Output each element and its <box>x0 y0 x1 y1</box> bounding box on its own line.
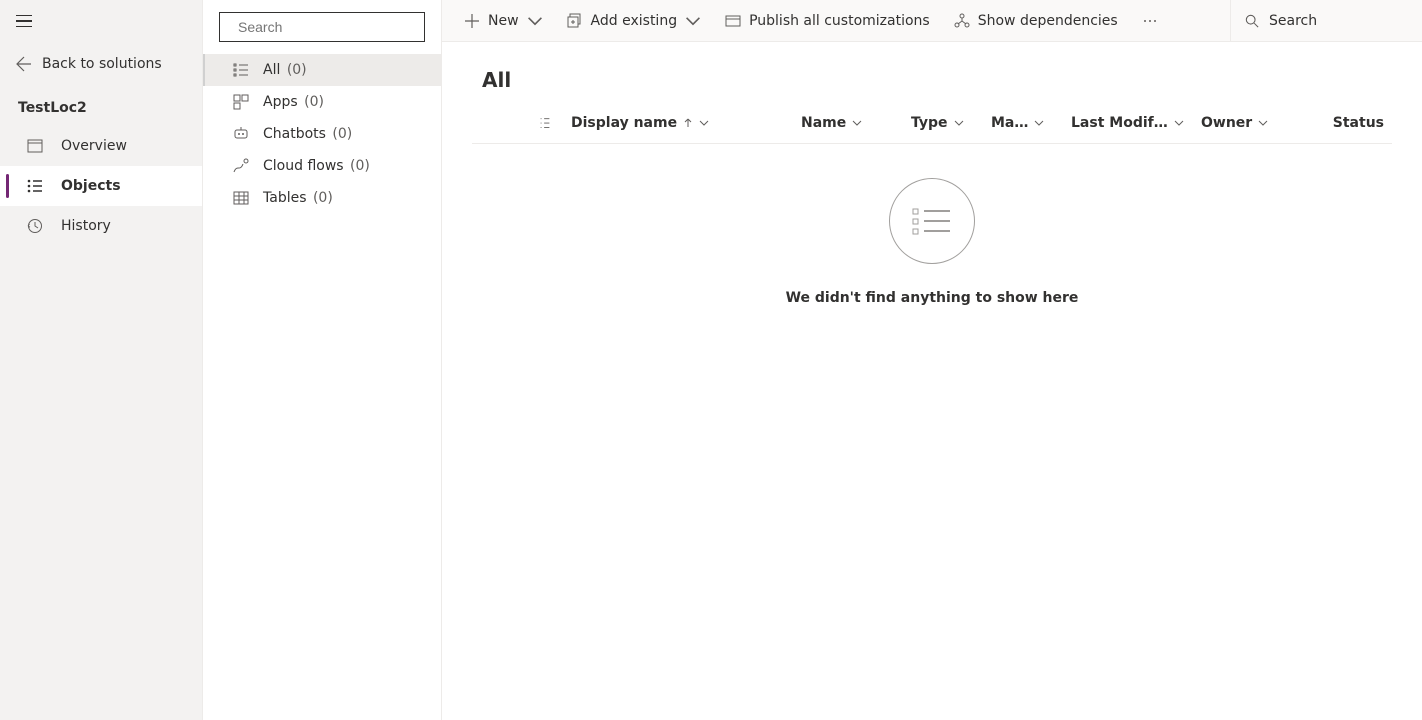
filter-flows-count: (0) <box>350 158 370 174</box>
main-content: New Add existing Publish all customizati… <box>442 0 1422 720</box>
sidebar-primary: Back to solutions TestLoc2 Overview Obje… <box>0 0 203 720</box>
filter-chatbots[interactable]: Chatbots (0) <box>203 118 441 150</box>
chatbots-icon <box>233 126 249 142</box>
objects-icon <box>27 178 43 194</box>
filter-cloud-flows[interactable]: Cloud flows (0) <box>203 150 441 182</box>
col-display-name[interactable]: Display name <box>563 115 793 131</box>
col-last-modified[interactable]: Last Modif… <box>1063 115 1193 131</box>
tables-icon <box>233 190 249 206</box>
object-search-input[interactable] <box>238 19 419 35</box>
objects-grid: Display name Name Type Ma… Last M <box>442 102 1422 306</box>
back-label: Back to solutions <box>42 56 162 72</box>
object-search-box[interactable] <box>219 12 425 42</box>
filter-apps-label: Apps <box>263 94 298 110</box>
command-bar: New Add existing Publish all customizati… <box>442 0 1422 42</box>
grid-header-row: Display name Name Type Ma… Last M <box>472 102 1392 144</box>
nav-overview[interactable]: Overview <box>0 126 202 166</box>
solution-name: TestLoc2 <box>0 86 202 126</box>
flow-icon <box>233 158 249 174</box>
nav-history-label: History <box>61 218 111 234</box>
deps-label: Show dependencies <box>978 13 1118 29</box>
chevron-down-icon <box>852 118 862 128</box>
global-search-label: Search <box>1269 13 1317 29</box>
col-owner[interactable]: Owner <box>1193 115 1303 131</box>
add-existing-icon <box>567 13 583 29</box>
filter-all-label: All <box>263 62 280 78</box>
col-managed[interactable]: Ma… <box>983 115 1063 131</box>
chevron-down-icon <box>1174 118 1184 128</box>
overview-icon <box>27 138 43 154</box>
page-title: All <box>442 42 1422 102</box>
nav-objects[interactable]: Objects <box>0 166 202 206</box>
dependencies-icon <box>954 13 970 29</box>
new-label: New <box>488 13 519 29</box>
empty-state-icon <box>889 178 975 264</box>
col-type-label: Type <box>911 115 948 131</box>
col-lastmod-label: Last Modif… <box>1071 115 1168 131</box>
publish-all-button[interactable]: Publish all customizations <box>713 0 942 41</box>
col-managed-label: Ma… <box>991 115 1028 131</box>
nav-history[interactable]: History <box>0 206 202 246</box>
filter-chatbots-label: Chatbots <box>263 126 326 142</box>
chevron-down-icon <box>685 13 701 29</box>
filter-apps-count: (0) <box>304 94 324 110</box>
filter-all-count: (0) <box>287 62 307 78</box>
apps-icon <box>233 94 249 110</box>
filter-all[interactable]: All (0) <box>203 54 441 86</box>
nav-overview-label: Overview <box>61 138 127 154</box>
chevron-down-icon <box>954 118 964 128</box>
search-icon <box>1245 14 1259 28</box>
chevron-down-icon <box>1258 118 1268 128</box>
col-name-label: Name <box>801 115 846 131</box>
chevron-down-icon <box>527 13 543 29</box>
nav-objects-label: Objects <box>61 178 121 194</box>
empty-state: We didn't find anything to show here <box>472 144 1392 306</box>
publish-label: Publish all customizations <box>749 13 930 29</box>
filter-flows-label: Cloud flows <box>263 158 344 174</box>
chevron-down-icon <box>699 118 709 128</box>
col-status[interactable]: Status <box>1303 115 1392 131</box>
add-existing-label: Add existing <box>591 13 678 29</box>
col-owner-label: Owner <box>1201 115 1252 131</box>
show-dependencies-button[interactable]: Show dependencies <box>942 0 1130 41</box>
sort-asc-icon <box>683 118 693 128</box>
publish-icon <box>725 13 741 29</box>
filter-tables-label: Tables <box>263 190 307 206</box>
col-type[interactable]: Type <box>903 115 983 131</box>
all-icon <box>233 62 249 78</box>
filter-tables[interactable]: Tables (0) <box>203 182 441 214</box>
ellipsis-icon <box>1142 13 1158 29</box>
col-display-name-label: Display name <box>571 115 677 131</box>
more-commands-button[interactable] <box>1130 0 1170 41</box>
empty-state-text: We didn't find anything to show here <box>786 290 1079 306</box>
filter-tables-count: (0) <box>313 190 333 206</box>
filter-apps[interactable]: Apps (0) <box>203 86 441 118</box>
col-status-label: Status <box>1333 115 1384 131</box>
arrow-left-icon <box>16 56 32 72</box>
back-to-solutions-link[interactable]: Back to solutions <box>0 42 202 86</box>
object-type-panel: All (0) Apps (0) Chatbots (0) Cloud flow… <box>203 0 442 720</box>
numbered-list-icon <box>538 116 552 130</box>
filter-chatbots-count: (0) <box>332 126 352 142</box>
plus-icon <box>464 13 480 29</box>
global-search-button[interactable]: Search <box>1230 0 1412 41</box>
add-existing-button[interactable]: Add existing <box>555 0 714 41</box>
new-button[interactable]: New <box>452 0 555 41</box>
history-icon <box>27 218 43 234</box>
chevron-down-icon <box>1034 118 1044 128</box>
col-name[interactable]: Name <box>793 115 903 131</box>
hamburger-button[interactable] <box>16 11 36 31</box>
